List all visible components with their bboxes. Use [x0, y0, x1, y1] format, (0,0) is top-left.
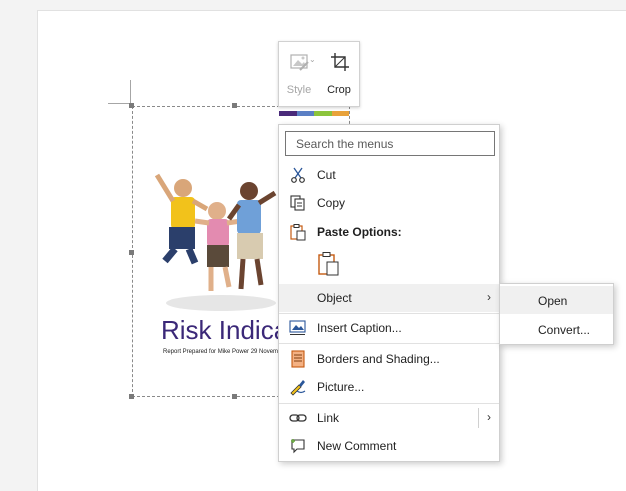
menu-item-cut[interactable]: Cut	[279, 162, 499, 188]
new-comment-icon	[291, 439, 305, 454]
kids-photo	[154, 173, 277, 311]
submenu-item-open[interactable]: Open	[500, 286, 613, 314]
copy-icon	[290, 195, 305, 211]
style-label: Style	[286, 84, 312, 96]
borders-shading-icon	[291, 350, 305, 368]
menu-label-object: Object	[317, 291, 352, 305]
menu-item-insert-caption[interactable]: Insert Caption...	[279, 315, 499, 341]
chevron-right-icon: ›	[487, 290, 491, 304]
menu-label-paste-options: Paste Options:	[317, 225, 402, 239]
menu-item-copy[interactable]: Copy	[279, 190, 499, 216]
resize-handle[interactable]	[232, 394, 237, 399]
insert-caption-icon	[289, 320, 306, 335]
submenu-label-convert: Convert...	[538, 323, 591, 337]
menu-label-borders-shading: Borders and Shading...	[317, 352, 440, 366]
split-divider	[478, 408, 479, 428]
chevron-right-icon[interactable]: ›	[487, 410, 491, 424]
context-menu: Cut Copy Paste Options: Object ›	[278, 124, 500, 462]
menu-item-object[interactable]: Object ›	[279, 284, 499, 312]
menu-label-copy: Copy	[317, 196, 346, 210]
menu-item-link[interactable]: Link ›	[279, 405, 499, 431]
cover-color-stripe	[279, 111, 349, 116]
object-submenu: Open Convert...	[499, 283, 614, 345]
crop-label: Crop	[327, 84, 351, 96]
menu-separator	[279, 403, 499, 404]
picture-style-icon	[290, 54, 309, 71]
menu-item-picture[interactable]: Picture...	[279, 374, 499, 400]
scissors-icon	[291, 167, 305, 183]
resize-handle[interactable]	[129, 250, 134, 255]
style-button[interactable]: ⌄ Style	[279, 42, 319, 106]
paste-keep-source-icon[interactable]	[315, 250, 343, 278]
submenu-label-open: Open	[538, 294, 568, 308]
menu-label-new-comment: New Comment	[317, 439, 397, 453]
menu-label-link: Link	[317, 411, 340, 425]
link-icon	[289, 414, 307, 422]
menu-item-borders-shading[interactable]: Borders and Shading...	[279, 346, 499, 372]
margin-corner-mark	[130, 80, 131, 103]
paste-options-header: Paste Options:	[279, 219, 499, 245]
menu-label-picture: Picture...	[317, 380, 365, 394]
resize-handle[interactable]	[129, 103, 134, 108]
menu-separator	[279, 313, 499, 314]
crop-button[interactable]: Crop	[319, 42, 359, 106]
resize-handle[interactable]	[232, 103, 237, 108]
menu-label-cut: Cut	[317, 168, 336, 182]
submenu-item-convert[interactable]: Convert...	[500, 315, 613, 343]
mini-toolbar: ⌄ Style Crop	[278, 41, 360, 107]
clipboard-icon	[290, 224, 306, 241]
format-picture-icon	[290, 380, 306, 396]
menu-separator	[279, 343, 499, 344]
chevron-down-icon: ⌄	[309, 55, 316, 64]
cover-subtitle: Report Prepared for Mike Power 29 Novemb…	[163, 349, 287, 355]
resize-handle[interactable]	[129, 394, 134, 399]
menu-label-insert-caption: Insert Caption...	[317, 321, 402, 335]
menu-item-new-comment[interactable]: New Comment	[279, 433, 499, 459]
crop-icon	[331, 53, 349, 71]
margin-corner-mark	[108, 103, 130, 104]
cover-title: Risk Indicat	[161, 315, 296, 345]
search-menus-input[interactable]	[285, 131, 495, 156]
